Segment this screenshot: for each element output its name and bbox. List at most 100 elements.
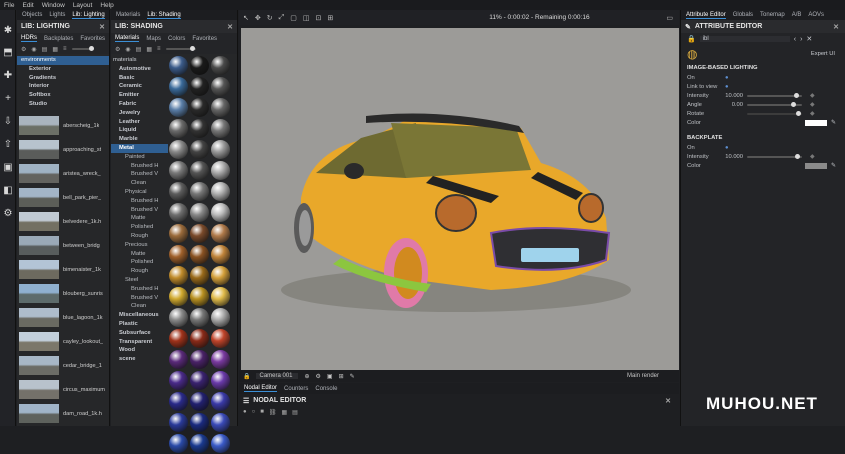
subtab-shading-1[interactable]: Maps xyxy=(146,36,161,42)
material-tree-item[interactable]: materials xyxy=(111,56,168,65)
material-sphere[interactable] xyxy=(190,266,209,285)
material-tree-item[interactable]: Polished xyxy=(111,223,168,232)
material-sphere[interactable] xyxy=(169,371,188,390)
crop-icon[interactable]: ⊞ xyxy=(339,373,344,380)
material-sphere[interactable] xyxy=(190,56,209,75)
material-tree-item[interactable]: Matte xyxy=(111,250,168,259)
material-tree-item[interactable]: Miscellaneous xyxy=(111,311,168,320)
material-sphere[interactable] xyxy=(211,350,230,369)
material-sphere[interactable] xyxy=(211,119,230,138)
material-sphere[interactable] xyxy=(190,182,209,201)
attr-row[interactable]: Rotate ◆ xyxy=(681,109,845,118)
tab-lighting-1[interactable]: Lights xyxy=(49,12,65,18)
attr-slider[interactable] xyxy=(747,110,802,116)
tree-item[interactable]: Exterior xyxy=(17,65,109,74)
plus-icon[interactable]: + xyxy=(2,93,14,105)
attr-row[interactable]: Color ✎ xyxy=(681,118,845,127)
material-sphere[interactable] xyxy=(169,119,188,138)
attr-slider[interactable] xyxy=(747,101,802,107)
material-sphere[interactable] xyxy=(169,245,188,264)
eyedropper-icon[interactable]: ✎ xyxy=(831,120,836,126)
scale-icon[interactable]: ⤢ xyxy=(279,14,285,22)
node-icon[interactable]: ● xyxy=(243,409,247,415)
list-icon[interactable]: ≡ xyxy=(63,46,67,52)
clip-icon[interactable]: ⊞ xyxy=(327,14,333,22)
material-tree-item[interactable]: Brushed V xyxy=(111,294,168,303)
attr-value[interactable]: 0.00 xyxy=(719,102,743,108)
material-sphere[interactable] xyxy=(190,308,209,327)
attr-row[interactable]: Link to view ● xyxy=(681,82,845,91)
tab-bottom-0[interactable]: Nodal Editor xyxy=(244,385,278,392)
material-sphere[interactable] xyxy=(211,287,230,306)
material-sphere[interactable] xyxy=(190,161,209,180)
material-sphere[interactable] xyxy=(190,245,209,264)
color-swatch[interactable] xyxy=(805,162,827,169)
move-icon[interactable]: ✥ xyxy=(255,14,261,22)
keyframe-icon[interactable]: ◆ xyxy=(810,102,814,108)
object-select[interactable]: ibl xyxy=(699,36,790,42)
tab-attr-3[interactable]: A/B xyxy=(792,12,802,18)
rotate-icon[interactable]: ↻ xyxy=(267,14,273,22)
material-tree-item[interactable]: Brushed V xyxy=(111,170,168,179)
close-icon[interactable]: ✕ xyxy=(227,23,233,31)
subtab-shading-3[interactable]: Favorites xyxy=(192,36,217,42)
material-sphere[interactable] xyxy=(190,140,209,159)
camera-settings-icon[interactable]: ⚙ xyxy=(316,373,321,380)
keyframe-icon[interactable]: ◆ xyxy=(810,111,814,117)
subtab-lighting-1[interactable]: Backplates xyxy=(44,36,73,42)
maximize-icon[interactable]: ▭ xyxy=(666,14,673,22)
thumb-size-slider[interactable] xyxy=(71,46,94,51)
render-mode-select[interactable]: Main render xyxy=(627,373,659,379)
tree-root[interactable]: environments xyxy=(17,56,109,65)
material-sphere[interactable] xyxy=(169,350,188,369)
tab-attr-1[interactable]: Globals xyxy=(733,12,753,18)
material-sphere[interactable] xyxy=(169,203,188,222)
material-tree-item[interactable]: Metal xyxy=(111,143,168,153)
material-sphere[interactable] xyxy=(211,266,230,285)
eyedropper-icon[interactable]: ✎ xyxy=(831,163,836,169)
tab-lighting-0[interactable]: Objects xyxy=(22,12,42,18)
tab-shading-0[interactable]: Materials xyxy=(116,12,140,18)
hdr-item[interactable]: belvedere_1k.h xyxy=(19,211,107,233)
attr-row[interactable]: On ● xyxy=(681,73,845,82)
hdr-item[interactable]: aberscheig_1k xyxy=(19,115,107,137)
material-sphere[interactable] xyxy=(169,224,188,243)
material-tree-item[interactable]: Automotive xyxy=(111,65,168,74)
hdr-item[interactable]: dam_road_1k.h xyxy=(19,403,107,425)
material-sphere[interactable] xyxy=(190,203,209,222)
material-sphere[interactable] xyxy=(211,245,230,264)
material-sphere[interactable] xyxy=(190,434,209,453)
square-icon[interactable]: ■ xyxy=(260,409,264,415)
snapshot-icon[interactable]: ▣ xyxy=(327,373,333,380)
material-sphere[interactable] xyxy=(190,329,209,348)
pointer-icon[interactable]: ↖ xyxy=(243,14,249,22)
material-sphere[interactable] xyxy=(169,392,188,411)
material-sphere[interactable] xyxy=(169,434,188,453)
brush-icon[interactable]: ✎ xyxy=(350,373,355,380)
material-sphere[interactable] xyxy=(211,203,230,222)
attr-slider[interactable] xyxy=(747,92,802,98)
camera-select[interactable]: Camera 001 xyxy=(256,373,299,379)
material-sphere[interactable] xyxy=(211,182,230,201)
material-tree-item[interactable]: Ceramic xyxy=(111,82,168,91)
material-sphere[interactable] xyxy=(211,434,230,453)
material-tree-item[interactable]: Brushed H xyxy=(111,162,168,171)
material-sphere[interactable] xyxy=(190,392,209,411)
cube-icon[interactable]: ⬒ xyxy=(2,47,14,59)
material-sphere[interactable] xyxy=(211,308,230,327)
gear-icon[interactable]: ⚙ xyxy=(2,208,14,220)
material-tree-item[interactable]: Brushed H xyxy=(111,197,168,206)
color-swatch[interactable] xyxy=(805,119,827,126)
attr-row[interactable]: Intensity 10.000 ◆ xyxy=(681,152,845,161)
material-sphere[interactable] xyxy=(190,119,209,138)
hdr-item[interactable]: blouberg_sunris xyxy=(19,283,107,305)
hdr-item[interactable]: approaching_st xyxy=(19,139,107,161)
tab-attr-0[interactable]: Attribute Editor xyxy=(686,12,726,19)
material-sphere[interactable] xyxy=(211,161,230,180)
material-tree-item[interactable]: Physical xyxy=(111,188,168,197)
menu-item-layout[interactable]: Layout xyxy=(73,2,93,9)
material-tree-item[interactable]: Polished xyxy=(111,258,168,267)
material-tree-item[interactable]: Transparent xyxy=(111,338,168,347)
chevron-left-icon[interactable]: ‹ xyxy=(794,36,796,43)
toggle[interactable]: ● xyxy=(725,75,729,81)
